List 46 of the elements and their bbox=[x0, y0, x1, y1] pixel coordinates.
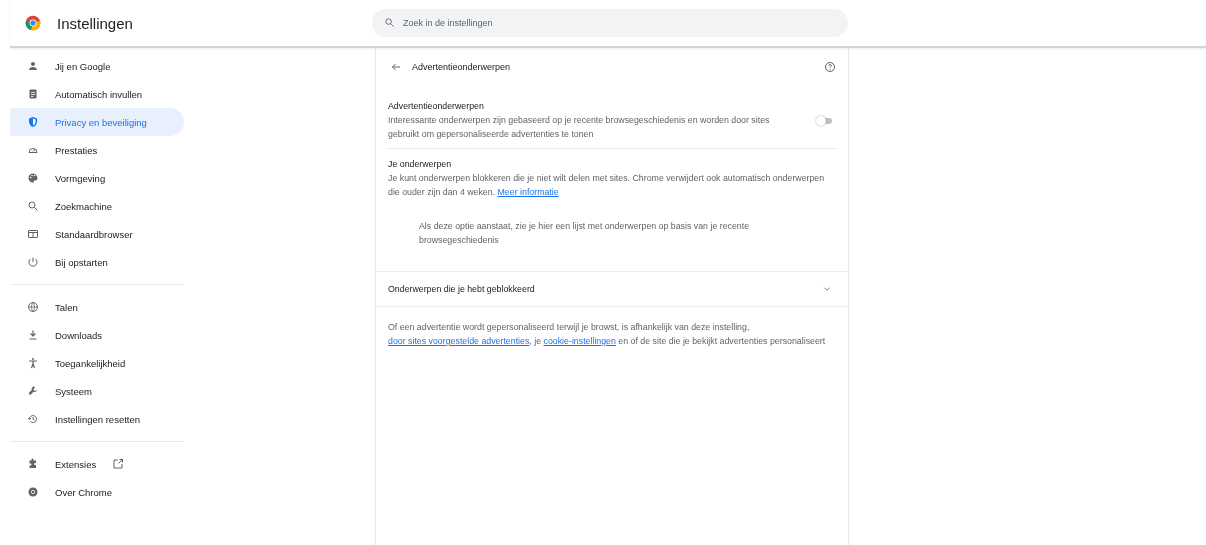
subsection-description: Je kunt onderwerpen blokkeren die je niet wilt delen met sites. Chrome verwijdert ook automatisch onderwerpen die ouder zijn dan 4 weken. Meer informatie bbox=[388, 172, 826, 199]
sidebar-item[interactable]: Systeem bbox=[10, 377, 184, 405]
browser-window-icon bbox=[27, 228, 39, 240]
setting-description: Interessante onderwerpen zijn gebaseerd op je recente browsegeschiedenis en worden door sites gebruikt om gepersonaliseerde advertenties te tonen bbox=[388, 114, 771, 141]
sidebar-item[interactable]: Prestaties bbox=[10, 136, 184, 164]
search-field[interactable]: Zoek in de instellingen bbox=[372, 9, 848, 37]
sidebar-item[interactable]: Talen bbox=[10, 293, 184, 321]
search-icon bbox=[27, 200, 39, 212]
page-title: Instellingen bbox=[57, 14, 133, 32]
collapsible-row[interactable]: Onderwerpen die je hebt geblokkeerd bbox=[376, 272, 848, 306]
back-arrow-icon[interactable] bbox=[390, 61, 402, 73]
sidebar-item[interactable]: Over Chrome bbox=[10, 478, 184, 506]
help-icon[interactable] bbox=[824, 61, 836, 73]
sidebar-item[interactable]: Privacy en beveiliging bbox=[10, 108, 184, 136]
toggle-switch[interactable] bbox=[818, 117, 832, 124]
sidebar-item[interactable]: Bij opstarten bbox=[10, 248, 184, 276]
accessibility-icon bbox=[27, 357, 39, 369]
chrome-logo-icon bbox=[25, 15, 41, 31]
inline-link[interactable]: cookie-instellingen bbox=[543, 336, 616, 346]
more-info-link[interactable]: Meer informatie bbox=[497, 187, 559, 197]
download-icon bbox=[27, 329, 39, 341]
sidebar-item[interactable]: Vormgeving bbox=[10, 164, 184, 192]
wrench-icon bbox=[27, 385, 39, 397]
empty-state-text: Als deze optie aanstaat, zie je hier een lijst met onderwerpen op basis van je recente browsegeschiedenis bbox=[419, 220, 751, 247]
clipboard-icon bbox=[27, 88, 39, 100]
external-link-icon bbox=[112, 458, 125, 470]
power-icon bbox=[27, 256, 39, 268]
section-title: Advertentieonderwerpen bbox=[412, 62, 512, 72]
subsection-title: Je onderwerpen bbox=[388, 158, 453, 171]
sidebar-item[interactable]: Automatisch invullen bbox=[10, 80, 184, 108]
footer-paragraph: Of een advertentie wordt gepersonaliseerd terwijl je browst, is afhankelijk van deze instelling, door sites voorgestelde advertenties, je cookie-instellingen en of de site die je bekijkt advertenties personaliseert bbox=[387, 321, 827, 348]
sidebar-item[interactable]: Jij en Google bbox=[10, 52, 184, 80]
sidebar-item[interactable]: Extensies bbox=[10, 450, 184, 478]
chrome-icon bbox=[27, 486, 39, 498]
history-icon bbox=[27, 413, 39, 425]
globe-icon bbox=[27, 301, 39, 313]
sidebar-item[interactable]: Standaardbrowser bbox=[10, 220, 184, 248]
sidebar-item[interactable]: Downloads bbox=[10, 321, 184, 349]
shield-icon bbox=[27, 116, 39, 128]
puzzle-icon bbox=[27, 458, 39, 470]
palette-icon bbox=[27, 172, 39, 184]
sidebar-item[interactable]: Toegankelijkheid bbox=[10, 349, 184, 377]
person-icon bbox=[27, 60, 39, 72]
sidebar-item[interactable]: Instellingen resetten bbox=[10, 405, 184, 433]
setting-title: Advertentieonderwerpen bbox=[388, 100, 485, 113]
sidebar-item[interactable]: Zoekmachine bbox=[10, 192, 184, 220]
